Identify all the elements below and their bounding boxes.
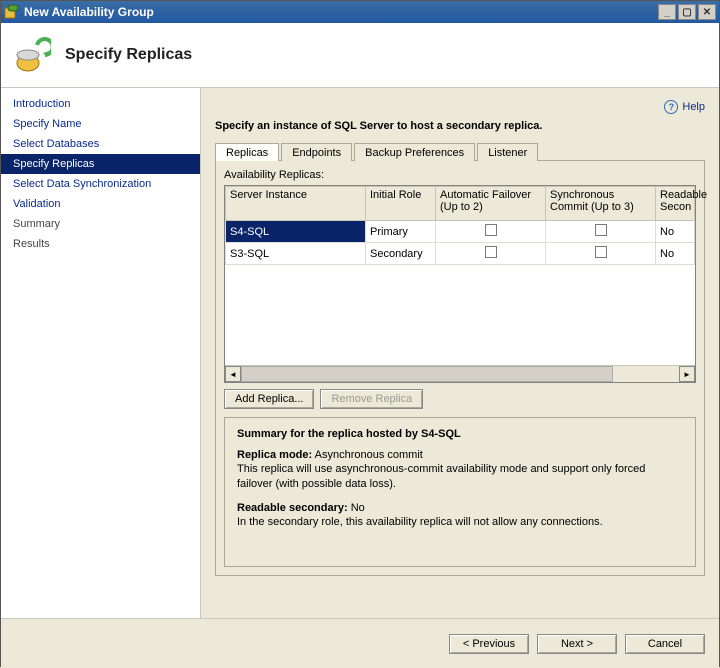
summary-title: Summary for the replica hosted by S4-SQL <box>237 428 683 440</box>
tab-backup-preferences[interactable]: Backup Preferences <box>354 143 475 161</box>
remove-replica-button: Remove Replica <box>320 389 423 409</box>
column-header[interactable]: Synchronous Commit (Up to 3) <box>546 187 656 221</box>
help-icon[interactable]: ? <box>664 100 678 114</box>
wizard-logo-icon <box>15 37 51 73</box>
nav-item-validation[interactable]: Validation <box>1 194 200 214</box>
page-heading: Specify Replicas <box>65 46 192 64</box>
readable-secondary-value: No <box>351 502 365 514</box>
table-row[interactable]: S3-SQLSecondary No <box>226 243 695 265</box>
tab-endpoints[interactable]: Endpoints <box>281 143 352 161</box>
table-row[interactable]: S4-SQLPrimary No <box>226 221 695 243</box>
next-button[interactable]: Next > <box>537 634 617 654</box>
initial-role-cell[interactable]: Primary <box>366 221 436 243</box>
nav-item-specify-name[interactable]: Specify Name <box>1 114 200 134</box>
replicas-grid[interactable]: Server InstanceInitial RoleAutomatic Fai… <box>224 185 696 383</box>
nav-item-results[interactable]: Results <box>1 234 200 254</box>
close-button[interactable]: ✕ <box>698 4 716 20</box>
nav-item-select-databases[interactable]: Select Databases <box>1 134 200 154</box>
wizard-nav: IntroductionSpecify NameSelect Databases… <box>1 88 201 618</box>
tab-panel-replicas: Availability Replicas: Server InstanceIn… <box>215 161 705 576</box>
tab-replicas[interactable]: Replicas <box>215 143 279 161</box>
column-header[interactable]: Readable Secon <box>656 187 695 221</box>
replica-mode-label: Replica mode: <box>237 449 312 461</box>
server-instance-cell[interactable]: S3-SQL <box>226 243 366 265</box>
window-title: New Availability Group <box>24 5 658 19</box>
sync-commit-cell[interactable] <box>546 243 656 265</box>
checkbox[interactable] <box>485 224 497 236</box>
grid-label: Availability Replicas: <box>224 169 696 181</box>
auto-failover-cell[interactable] <box>436 221 546 243</box>
initial-role-cell[interactable]: Secondary <box>366 243 436 265</box>
minimize-button[interactable]: _ <box>658 4 676 20</box>
nav-item-introduction[interactable]: Introduction <box>1 94 200 114</box>
horizontal-scrollbar[interactable]: ◄ ► <box>225 365 695 382</box>
app-icon <box>4 4 20 20</box>
instruction-text: Specify an instance of SQL Server to hos… <box>215 120 705 132</box>
auto-failover-cell[interactable] <box>436 243 546 265</box>
header-band: Specify Replicas <box>1 23 719 88</box>
previous-button[interactable]: < Previous <box>449 634 529 654</box>
nav-item-summary[interactable]: Summary <box>1 214 200 234</box>
column-header[interactable]: Initial Role <box>366 187 436 221</box>
checkbox[interactable] <box>595 224 607 236</box>
readable-secondary-desc: In the secondary role, this availability… <box>237 516 603 528</box>
tab-strip: ReplicasEndpointsBackup PreferencesListe… <box>215 142 705 161</box>
scroll-right-icon[interactable]: ► <box>679 366 695 382</box>
title-bar: New Availability Group _ ▢ ✕ <box>1 1 719 23</box>
column-header[interactable]: Automatic Failover (Up to 2) <box>436 187 546 221</box>
readable-secondary-cell[interactable]: No <box>656 221 695 243</box>
replica-summary: Summary for the replica hosted by S4-SQL… <box>224 417 696 567</box>
tab-listener[interactable]: Listener <box>477 143 538 161</box>
nav-item-specify-replicas[interactable]: Specify Replicas <box>1 154 200 174</box>
cancel-button[interactable]: Cancel <box>625 634 705 654</box>
replica-mode-desc: This replica will use asynchronous-commi… <box>237 463 645 489</box>
readable-secondary-cell[interactable]: No <box>656 243 695 265</box>
checkbox[interactable] <box>595 246 607 258</box>
maximize-button[interactable]: ▢ <box>678 4 696 20</box>
scroll-left-icon[interactable]: ◄ <box>225 366 241 382</box>
replica-mode-value: Asynchronous commit <box>315 449 423 461</box>
readable-secondary-label: Readable secondary: <box>237 502 348 514</box>
server-instance-cell[interactable]: S4-SQL <box>226 221 366 243</box>
nav-item-select-data-synchronization[interactable]: Select Data Synchronization <box>1 174 200 194</box>
checkbox[interactable] <box>485 246 497 258</box>
help-link[interactable]: Help <box>682 101 705 113</box>
wizard-footer: < Previous Next > Cancel <box>1 618 719 668</box>
add-replica-button[interactable]: Add Replica... <box>224 389 314 409</box>
column-header[interactable]: Server Instance <box>226 187 366 221</box>
sync-commit-cell[interactable] <box>546 221 656 243</box>
